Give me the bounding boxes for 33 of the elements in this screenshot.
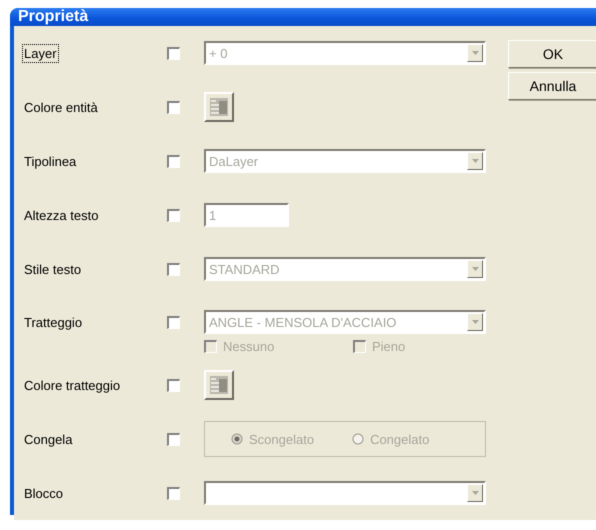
caret-icon (472, 491, 478, 495)
checkbox[interactable] (167, 46, 180, 60)
dropdown-field[interactable] (204, 481, 486, 505)
field-label: Colore tratteggio (23, 376, 122, 394)
checkbox[interactable] (167, 208, 180, 222)
checkbox[interactable] (167, 316, 180, 328)
caret-icon (472, 320, 478, 324)
field-label: Colore entità (23, 98, 99, 116)
checkbox[interactable] (167, 432, 180, 446)
checkbox[interactable] (167, 100, 180, 114)
field-label: Stile testo (23, 260, 82, 278)
color-button[interactable] (204, 92, 234, 122)
caret-icon (472, 51, 478, 55)
field-label: Tipolinea (23, 152, 78, 170)
radio-option[interactable]: Congelato (352, 432, 430, 446)
dialog-button[interactable]: Annulla (508, 72, 596, 100)
checkbox[interactable] (167, 262, 180, 276)
radio-option[interactable]: Scongelato (231, 432, 314, 446)
window-title: Proprietà (18, 8, 88, 26)
caret-icon (472, 159, 478, 163)
checkbox[interactable] (167, 378, 180, 392)
field-label: Tratteggio (23, 314, 84, 332)
field-label: Blocco (23, 484, 64, 502)
checkbox[interactable] (167, 154, 180, 168)
field-label: Congela (23, 430, 74, 448)
field-label: Layer (22, 44, 59, 62)
color-button[interactable] (204, 370, 234, 400)
caret-icon (472, 267, 478, 271)
palette-icon (210, 376, 228, 394)
checkbox[interactable] (167, 486, 180, 500)
palette-icon (210, 98, 228, 116)
field-label: Altezza testo (23, 206, 100, 224)
dialog-button[interactable]: OK (508, 40, 596, 68)
